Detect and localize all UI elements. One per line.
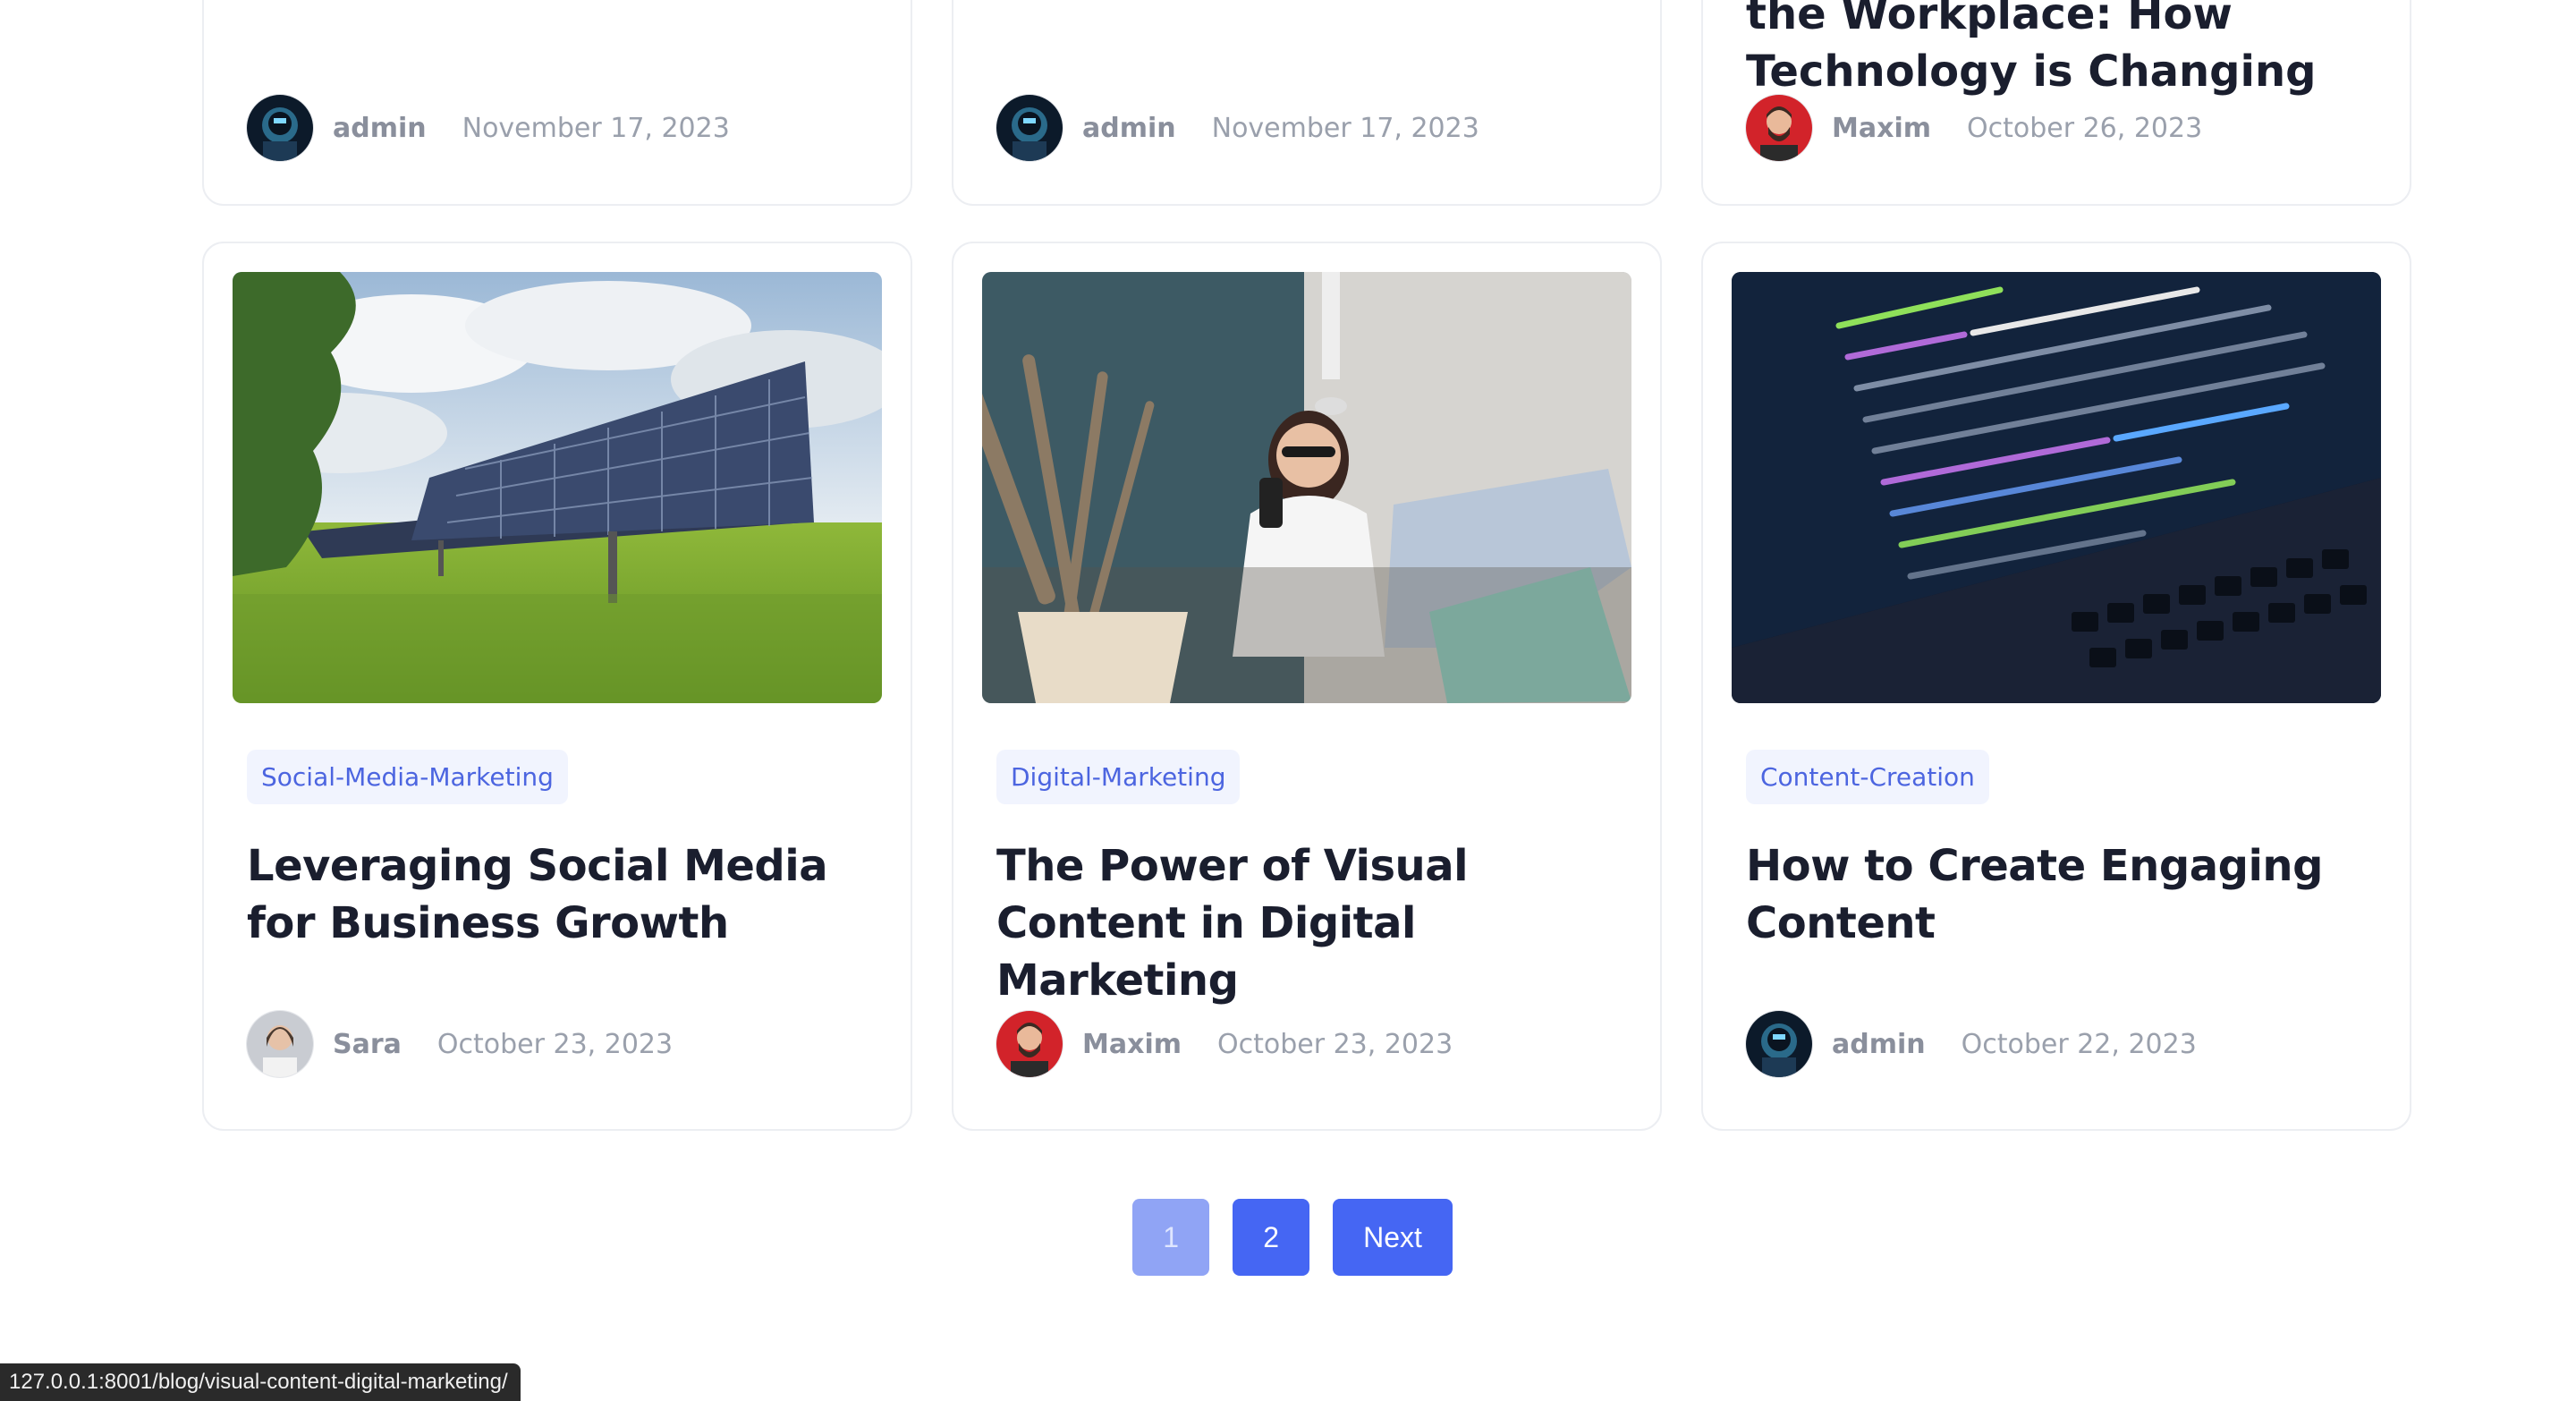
woman-laptop-image[interactable] xyxy=(982,272,1631,703)
next-page-button[interactable]: Next xyxy=(1333,1199,1453,1276)
post-title[interactable]: Leveraging Social Media for Business Gro… xyxy=(247,837,855,952)
post-meta: Sara October 23, 2023 xyxy=(247,1011,673,1077)
post-date: November 17, 2023 xyxy=(462,112,730,144)
pagination: 1 2 Next xyxy=(0,1199,2576,1276)
post-date: October 22, 2023 xyxy=(1961,1028,2197,1060)
author-avatar xyxy=(1746,1011,1812,1077)
post-title[interactable]: the Workplace: How Technology is Changin… xyxy=(1746,0,2354,100)
post-card[interactable]: admin November 17, 2023 xyxy=(202,0,912,206)
post-date: October 23, 2023 xyxy=(1217,1028,1453,1060)
category-tag[interactable]: Content-Creation xyxy=(1746,750,1989,804)
author-name[interactable]: admin xyxy=(1832,1029,1926,1060)
post-card[interactable]: Content-Creation How to Create Engaging … xyxy=(1701,242,2411,1131)
author-avatar xyxy=(1746,95,1812,161)
post-date: November 17, 2023 xyxy=(1211,112,1479,144)
post-meta: admin November 17, 2023 xyxy=(247,95,730,161)
author-avatar xyxy=(247,95,313,161)
code-laptop-image[interactable] xyxy=(1732,272,2381,703)
post-card[interactable]: Social-Media-Marketing Leveraging Social… xyxy=(202,242,912,1131)
page-2-link[interactable]: 2 xyxy=(1233,1199,1310,1276)
post-date: October 26, 2023 xyxy=(1967,112,2203,144)
post-card[interactable]: admin November 17, 2023 xyxy=(952,0,1662,206)
author-name[interactable]: Sara xyxy=(333,1029,402,1060)
page-1-current: 1 xyxy=(1132,1199,1210,1276)
post-meta: Maxim October 23, 2023 xyxy=(996,1011,1453,1077)
author-name[interactable]: admin xyxy=(1082,113,1176,144)
category-tag[interactable]: Social-Media-Marketing xyxy=(247,750,568,804)
post-date: October 23, 2023 xyxy=(436,1028,674,1060)
solar-panels-image[interactable] xyxy=(233,272,882,703)
author-avatar xyxy=(996,95,1063,161)
author-avatar xyxy=(247,1011,313,1077)
post-title[interactable]: The Power of Visual Content in Digital M… xyxy=(996,837,1605,1009)
post-meta: admin November 17, 2023 xyxy=(996,95,1479,161)
post-title[interactable]: How to Create Engaging Content xyxy=(1746,837,2354,952)
category-tag[interactable]: Digital-Marketing xyxy=(996,750,1241,804)
author-name[interactable]: Maxim xyxy=(1082,1029,1182,1060)
author-avatar xyxy=(996,1011,1063,1077)
author-name[interactable]: admin xyxy=(333,113,427,144)
author-name[interactable]: Maxim xyxy=(1832,113,1931,144)
post-card[interactable]: the Workplace: How Technology is Changin… xyxy=(1701,0,2411,206)
post-card[interactable]: Digital-Marketing The Power of Visual Co… xyxy=(952,242,1662,1131)
post-meta: admin October 22, 2023 xyxy=(1746,1011,2197,1077)
post-meta: Maxim October 26, 2023 xyxy=(1746,95,2202,161)
link-status-bar: 127.0.0.1:8001/blog/visual-content-digit… xyxy=(0,1363,521,1401)
